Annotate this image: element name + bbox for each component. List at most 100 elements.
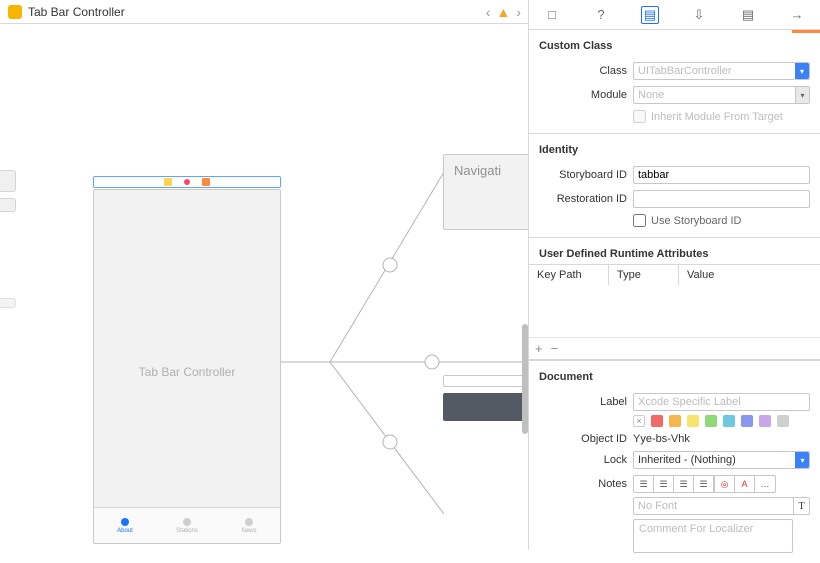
nav-title: Navigati — [444, 155, 528, 185]
first-responder-icon — [164, 178, 172, 186]
tab-icon — [121, 518, 129, 526]
lock-label: Lock — [539, 454, 627, 466]
group-header: Identity — [539, 140, 810, 160]
document-group: Document Label × Object ID Yye-bs-Vhk Lo… — [529, 361, 820, 563]
inherit-module-checkbox — [633, 110, 646, 123]
color-swatch[interactable] — [741, 415, 753, 427]
exit-icon — [184, 179, 190, 185]
align-right-icon[interactable]: ☰ — [674, 476, 694, 492]
module-value: None — [638, 89, 664, 101]
notes-format-toolbar: ☰ ☰ ☰ ☰ ◎ A … — [633, 475, 776, 493]
class-dropdown-caret[interactable]: ▾ — [795, 63, 809, 79]
remove-row-button[interactable]: − — [551, 341, 559, 356]
storyboard-file-icon — [8, 5, 22, 19]
runtime-table: Key Path Type Value + − — [529, 264, 820, 360]
module-label: Module — [539, 89, 627, 101]
nav-forward-icon[interactable]: › — [516, 4, 521, 20]
custom-class-group: Custom Class Class ▾ Module None ▾ Inheri… — [529, 30, 820, 134]
navigation-controller-peek[interactable]: Navigati — [443, 154, 528, 230]
align-left-icon[interactable]: ☰ — [634, 476, 654, 492]
color-swatch[interactable] — [723, 415, 735, 427]
more-icon[interactable]: … — [755, 476, 775, 492]
nav-back-icon[interactable]: ‹ — [486, 4, 491, 20]
lock-value: Inherited - (Nothing) — [638, 454, 736, 466]
identity-group: Identity Storyboard ID Restoration ID Us… — [529, 134, 820, 238]
tab-bar: About Stations News — [94, 507, 280, 543]
class-input[interactable] — [633, 62, 796, 80]
inspector-tab-bar: □ ? ▤ ⇩ ▤ → — [529, 0, 820, 30]
tab-icon — [183, 518, 191, 526]
align-center-icon[interactable]: ☰ — [654, 476, 674, 492]
attributes-inspector-icon[interactable]: ⇩ — [690, 6, 708, 24]
localizer-comment[interactable]: Comment For Localizer — [633, 519, 793, 553]
col-value[interactable]: Value — [679, 265, 820, 285]
size-inspector-icon[interactable]: ▤ — [739, 6, 757, 24]
scene-body-peek — [443, 393, 528, 421]
group-header: User Defined Runtime Attributes — [539, 244, 810, 264]
storyboard-ref-icon — [202, 178, 210, 186]
storyboard-id-input[interactable] — [633, 166, 810, 184]
inherit-module-label: Inherit Module From Target — [651, 111, 783, 123]
table-header: Key Path Type Value — [529, 265, 820, 285]
tab-label: About — [117, 528, 133, 534]
jump-bar: Tab Bar Controller ‹ ▲ › — [0, 0, 529, 24]
group-header: Custom Class — [539, 36, 810, 56]
add-row-button[interactable]: + — [535, 341, 543, 356]
scene-header-peek — [443, 375, 528, 387]
align-justify-icon[interactable]: ☰ — [694, 476, 714, 492]
object-id-label: Object ID — [539, 433, 627, 445]
class-label: Class — [539, 65, 627, 77]
color-swatch[interactable] — [687, 415, 699, 427]
scene-selection-header[interactable] — [93, 176, 281, 188]
use-storyboard-id-checkbox[interactable] — [633, 214, 646, 227]
chevron-down-icon: ▾ — [795, 87, 809, 103]
lock-select[interactable]: Inherited - (Nothing)▾ — [633, 451, 810, 469]
help-inspector-icon[interactable]: ? — [592, 6, 610, 24]
tab-icon — [245, 518, 253, 526]
offscreen-scenes — [0, 170, 16, 314]
restoration-id-input[interactable] — [633, 190, 810, 208]
restoration-id-label: Restoration ID — [539, 193, 627, 205]
tab-label: News — [241, 528, 256, 534]
tab-label: Stations — [176, 528, 198, 534]
font-input[interactable] — [633, 497, 810, 515]
jump-bar-title[interactable]: Tab Bar Controller — [28, 5, 486, 19]
notes-label: Notes — [539, 478, 627, 490]
jump-bar-nav: ‹ ▲ › — [486, 4, 521, 20]
color-swatch[interactable] — [759, 415, 771, 427]
font-picker-icon[interactable]: T — [793, 498, 809, 514]
label-input[interactable] — [633, 393, 810, 411]
color-swatch[interactable] — [651, 415, 663, 427]
connections-inspector-icon[interactable]: → — [788, 6, 806, 24]
color-swatch[interactable]: × — [633, 415, 645, 427]
decorative-accent — [792, 30, 820, 33]
col-type[interactable]: Type — [609, 265, 679, 285]
file-inspector-icon[interactable]: □ — [543, 6, 561, 24]
strike-icon[interactable]: ◎ — [715, 476, 735, 492]
tab-item-stations[interactable]: Stations — [156, 508, 218, 543]
scene-peek — [0, 298, 16, 308]
identity-inspector-icon[interactable]: ▤ — [641, 6, 659, 24]
tab-item-news[interactable]: News — [218, 508, 280, 543]
tab-item-about[interactable]: About — [94, 508, 156, 543]
group-header: Document — [539, 367, 810, 387]
color-swatch[interactable] — [777, 415, 789, 427]
scene-title: Tab Bar Controller — [94, 365, 280, 379]
tabbar-controller-scene[interactable]: Tab Bar Controller About Stations News — [93, 189, 281, 544]
color-swatch[interactable] — [705, 415, 717, 427]
label-color-swatches: × — [633, 415, 810, 427]
storyboard-id-label: Storyboard ID — [539, 169, 627, 181]
object-id-value: Yye-bs-Vhk — [633, 433, 690, 445]
storyboard-canvas[interactable]: Tab Bar Controller About Stations News N… — [0, 24, 528, 550]
color-swatch[interactable] — [669, 415, 681, 427]
col-keypath[interactable]: Key Path — [529, 265, 609, 285]
label-label: Label — [539, 396, 627, 408]
warning-icon[interactable]: ▲ — [496, 4, 510, 20]
module-select[interactable]: None ▾ — [633, 86, 810, 104]
table-body[interactable] — [529, 285, 820, 337]
runtime-attributes-group: User Defined Runtime Attributes Key Path… — [529, 238, 820, 361]
inspector-panel: □ ? ▤ ⇩ ▤ → Custom Class Class ▾ Module … — [528, 0, 820, 550]
scene-peek — [0, 198, 16, 212]
underline-icon[interactable]: A — [735, 476, 755, 492]
scene-peek-bottom[interactable] — [443, 375, 528, 445]
